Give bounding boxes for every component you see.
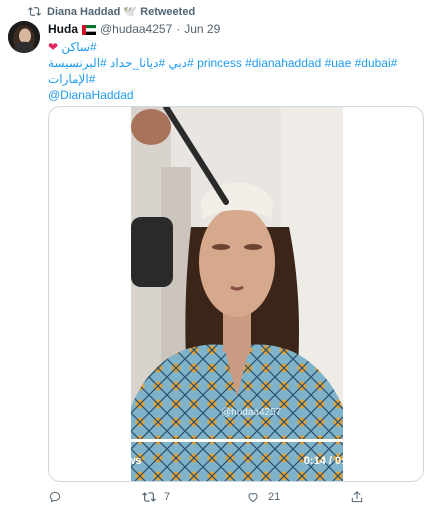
retweet-icon bbox=[28, 6, 41, 16]
share-icon bbox=[351, 491, 363, 503]
avatar[interactable] bbox=[8, 21, 40, 53]
video-watermark: @hudaa4257 bbox=[221, 407, 282, 418]
separator: · bbox=[176, 22, 181, 36]
view-count: 1,330 views bbox=[81, 455, 142, 467]
progress-bar[interactable] bbox=[59, 439, 413, 442]
retweet-count: 7 bbox=[164, 491, 171, 503]
tweet-line-emirates[interactable]: #الإمارات bbox=[48, 71, 408, 87]
tweet-actions: 7 21 bbox=[48, 490, 388, 508]
author-handle[interactable]: @hudaa4257 bbox=[100, 22, 172, 36]
tweet-line-hashtag-saken[interactable]: #ساكن ❤ bbox=[48, 39, 408, 55]
heart-emoji: ❤ bbox=[48, 40, 59, 54]
retweet-action-icon bbox=[142, 492, 156, 502]
like-count: 21 bbox=[268, 491, 281, 503]
reply-icon bbox=[49, 491, 61, 503]
video-frame[interactable] bbox=[131, 107, 343, 481]
play-icon[interactable] bbox=[59, 453, 73, 469]
video-time: 0:14 / 0:15 bbox=[303, 455, 357, 467]
retweet-button[interactable]: 7 bbox=[142, 490, 170, 504]
tweet-header: Huda @hudaa4257 · Jun 29 bbox=[48, 21, 220, 37]
author-name[interactable]: Huda bbox=[48, 22, 78, 36]
tweet-text: #ساكن ❤ #princess #dianahaddad #uae #dub… bbox=[48, 39, 408, 103]
heart-icon bbox=[248, 493, 258, 503]
retweet-indicator[interactable]: Diana Haddad 🕊️ Retweeted bbox=[28, 4, 195, 18]
retweet-label: Diana Haddad 🕊️ Retweeted bbox=[47, 5, 196, 18]
reply-button[interactable] bbox=[48, 490, 70, 504]
uae-flag-icon bbox=[82, 24, 97, 35]
tweet-line-hashtags[interactable]: #princess #dianahaddad #uae #dubai #دبي … bbox=[48, 55, 408, 71]
video-player[interactable]: @hudaa4257 1,330 views 0:14 / 0:15 bbox=[48, 106, 424, 482]
progress-fill bbox=[59, 439, 389, 442]
like-button[interactable]: 21 bbox=[246, 490, 280, 504]
video-controls: 1,330 views 0:14 / 0:15 bbox=[49, 433, 423, 481]
mention-link[interactable]: @DianaHaddad bbox=[48, 87, 408, 103]
volume-mute-icon[interactable] bbox=[365, 452, 383, 470]
fullscreen-icon[interactable] bbox=[395, 452, 411, 468]
share-button[interactable] bbox=[350, 490, 364, 504]
tweet-date[interactable]: Jun 29 bbox=[184, 22, 220, 36]
